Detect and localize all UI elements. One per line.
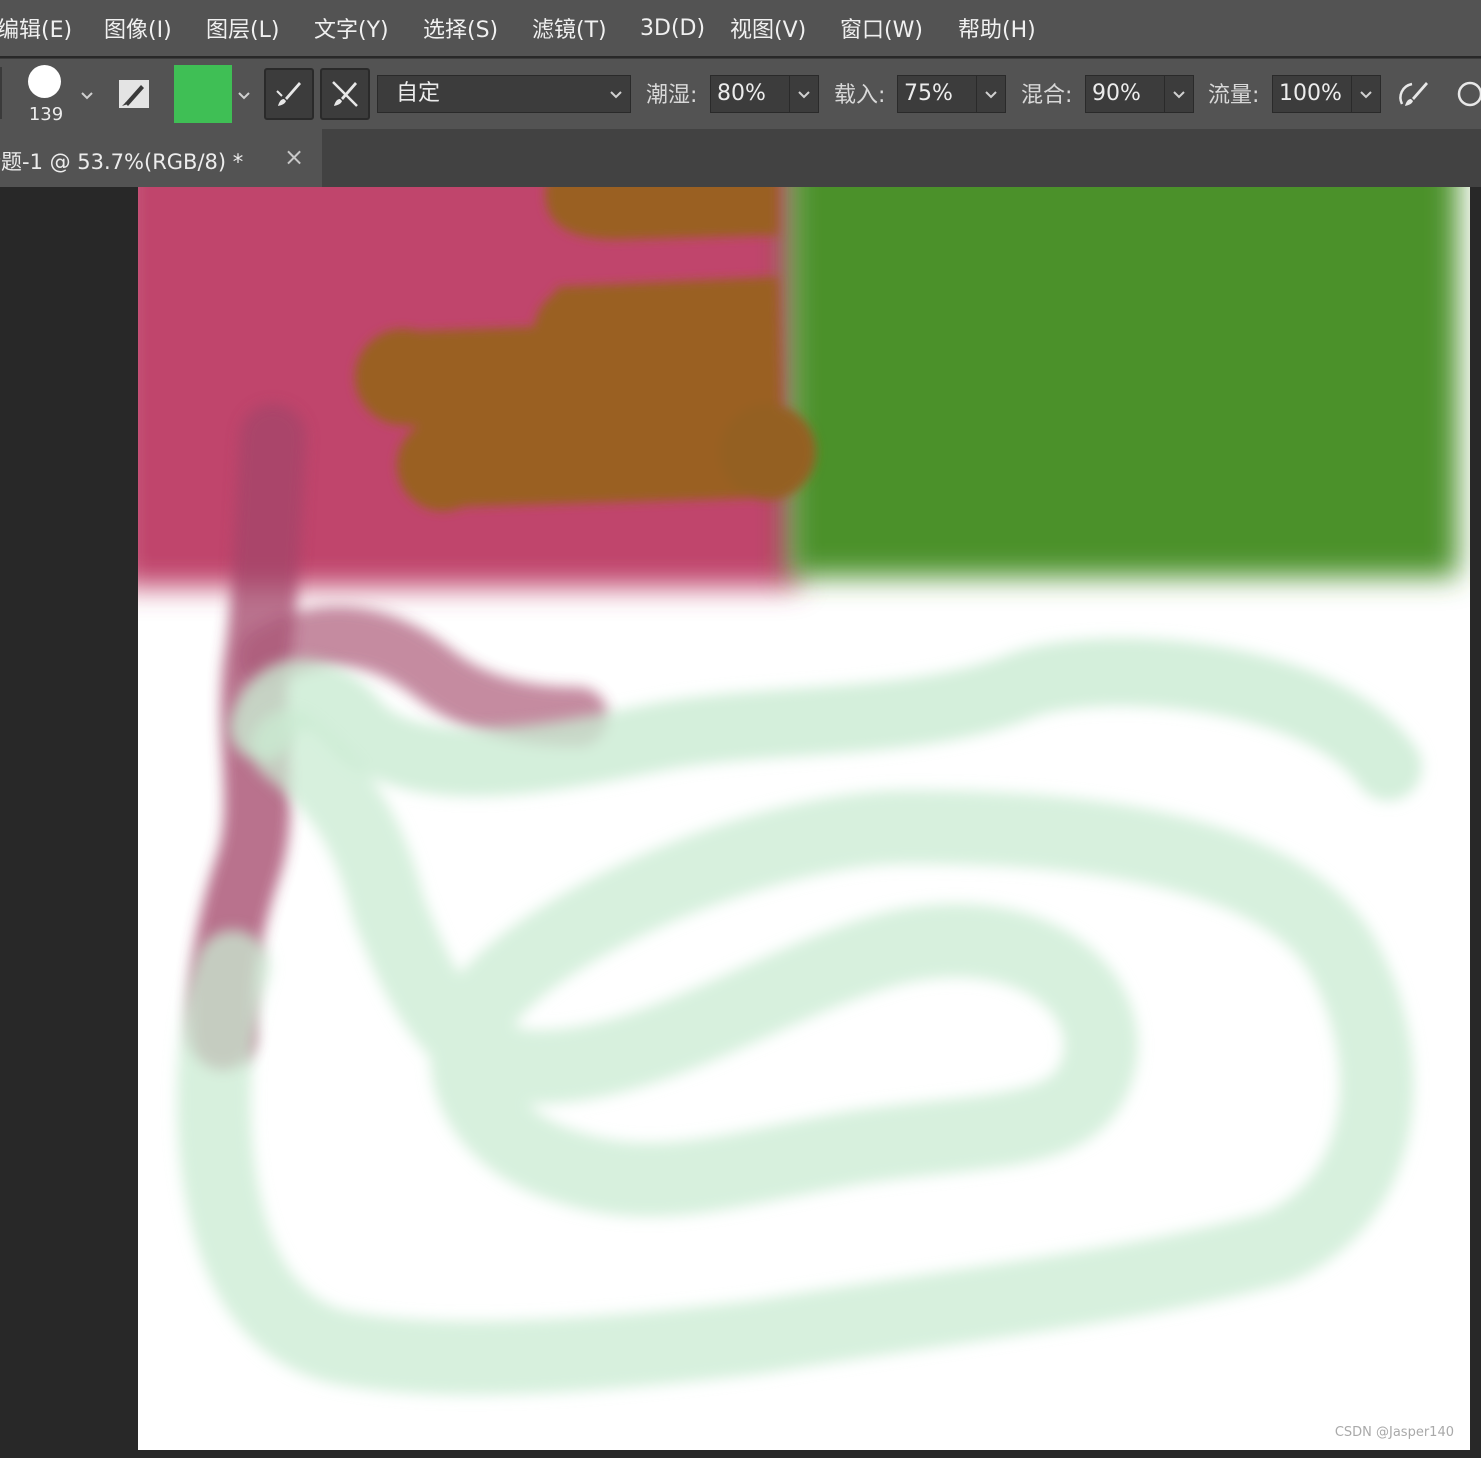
menu-view[interactable]: 视图(V) — [730, 0, 806, 56]
document-canvas[interactable]: CSDN @Jasper140 — [138, 187, 1470, 1450]
menu-bar: 编辑(E) 图像(I) 图层(L) 文字(Y) 选择(S) 滤镜(T) 3D(D… — [0, 0, 1481, 56]
chevron-down-icon[interactable] — [77, 86, 97, 106]
brush-tip-icon — [28, 65, 61, 98]
brush-panel-icon — [119, 80, 149, 108]
pressure-toggle[interactable] — [1446, 72, 1481, 116]
load-brush-button[interactable] — [264, 68, 314, 120]
mix-input[interactable]: 90% — [1085, 75, 1165, 113]
close-tab-icon[interactable]: × — [284, 143, 304, 171]
toolbar-divider — [0, 67, 2, 119]
document-tab-title: 标题-1 @ 53.7%(RGB/8) * — [0, 150, 244, 174]
flow-label: 流量: — [1208, 83, 1260, 108]
menu-3d[interactable]: 3D(D) — [640, 0, 705, 56]
document-tab-bar: 标题-1 @ 53.7%(RGB/8) * × — [0, 129, 1481, 187]
load-dropdown[interactable] — [976, 75, 1006, 113]
options-bar: 139 自定 潮湿: 80% 载入: 75% 混合: 90% 流量: 100% — [0, 58, 1481, 130]
chevron-down-icon — [794, 85, 814, 105]
green-paint-area — [788, 187, 1458, 577]
menu-edit[interactable]: 编辑(E) — [0, 0, 72, 56]
menu-help[interactable]: 帮助(H) — [958, 0, 1036, 56]
canvas-workspace: CSDN @Jasper140 — [0, 187, 1481, 1458]
load-brush-icon — [276, 82, 301, 106]
painting — [138, 187, 1458, 1395]
document-tab[interactable]: 标题-1 @ 53.7%(RGB/8) * × — [0, 129, 322, 187]
brush-settings-panel-button[interactable] — [112, 72, 156, 116]
mixer-preset-value: 自定 — [396, 81, 441, 106]
menu-image[interactable]: 图像(I) — [104, 0, 172, 56]
chevron-down-icon — [1169, 85, 1189, 105]
load-label: 载入: — [834, 83, 886, 108]
menu-filter[interactable]: 滤镜(T) — [532, 0, 607, 56]
flow-dropdown[interactable] — [1351, 75, 1381, 113]
watermark: CSDN @Jasper140 — [1334, 1425, 1454, 1440]
clean-brush-button[interactable] — [320, 68, 370, 120]
mix-dropdown[interactable] — [1164, 75, 1194, 113]
chevron-down-icon — [981, 85, 1001, 105]
flow-input[interactable]: 100% — [1272, 75, 1352, 113]
menu-layer[interactable]: 图层(L) — [206, 0, 279, 56]
menu-type[interactable]: 文字(Y) — [314, 0, 389, 56]
wet-input[interactable]: 80% — [710, 75, 790, 113]
brush-size-label: 139 — [28, 104, 64, 125]
chevron-down-icon[interactable] — [234, 86, 254, 106]
mixer-preset-select[interactable]: 自定 — [377, 75, 631, 113]
current-brush-color-swatch[interactable] — [174, 65, 232, 123]
pressure-icon — [1457, 81, 1481, 107]
clean-brush-icon — [332, 81, 358, 107]
wet-dropdown[interactable] — [789, 75, 819, 113]
wet-label: 潮湿: — [646, 83, 698, 108]
airbrush-icon — [1399, 82, 1428, 106]
brush-preset-picker[interactable]: 139 — [26, 63, 66, 125]
light-green-brush-strokes — [176, 638, 1422, 1395]
chevron-down-icon — [606, 85, 626, 105]
load-input[interactable]: 75% — [897, 75, 977, 113]
menu-select[interactable]: 选择(S) — [423, 0, 498, 56]
chevron-down-icon — [1356, 85, 1376, 105]
menu-window[interactable]: 窗口(W) — [840, 0, 923, 56]
mix-label: 混合: — [1021, 83, 1073, 108]
airbrush-toggle[interactable] — [1392, 72, 1436, 116]
